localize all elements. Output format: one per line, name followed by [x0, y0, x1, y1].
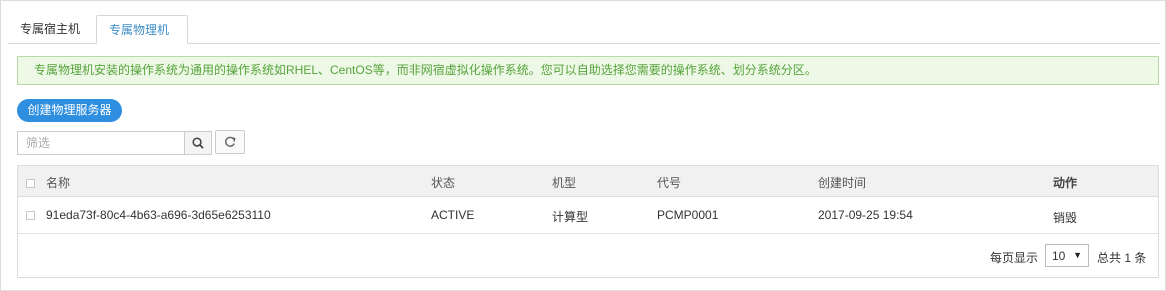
refresh-button[interactable] [215, 130, 245, 154]
tab-dedicated-host[interactable]: 专属宿主机 [8, 15, 96, 44]
header-action: 动作 [1053, 176, 1078, 190]
search-input[interactable] [17, 131, 185, 155]
total-count: 总共 1 条 [1097, 251, 1147, 265]
chevron-down-icon: ▼ [1073, 250, 1082, 260]
destroy-link[interactable]: 销毁 [1053, 209, 1077, 226]
tab-dedicated-physical[interactable]: 专属物理机 [96, 15, 188, 44]
created-value: 2017-09-25 19:54 [818, 208, 913, 222]
header-created[interactable]: 创建时间 [818, 174, 866, 191]
pagination: 每页显示 10 ▼ 总共 1 条 [990, 244, 1148, 267]
per-page-select[interactable]: 10 ▼ [1045, 244, 1089, 267]
row-checkbox[interactable] [26, 211, 35, 220]
table-row: 91eda73f-80c4-4b63-a696-3d65e6253110 ACT… [18, 198, 1158, 234]
search-icon [192, 137, 204, 149]
status-value: ACTIVE [431, 208, 475, 222]
page-frame: 专属宿主机 专属物理机 专属物理机安装的操作系统为通用的操作系统如RHEL、Ce… [0, 0, 1166, 291]
server-table: 名称 状态 机型 代号 创建时间 动作 91eda73f-80c4-4b63-a… [17, 165, 1159, 278]
select-all-checkbox[interactable] [26, 179, 35, 188]
search-button[interactable] [184, 131, 212, 155]
create-server-button[interactable]: 创建物理服务器 [17, 99, 122, 122]
code-value: PCMP0001 [657, 208, 719, 222]
refresh-icon [225, 136, 236, 147]
search-bar [17, 131, 212, 155]
header-status[interactable]: 状态 [431, 174, 455, 191]
header-type[interactable]: 机型 [552, 174, 576, 191]
header-name[interactable]: 名称 [46, 174, 70, 191]
table-header: 名称 状态 机型 代号 创建时间 动作 [18, 166, 1158, 197]
per-page-label: 每页显示 [990, 251, 1039, 265]
info-notice: 专属物理机安装的操作系统为通用的操作系统如RHEL、CentOS等，而非网宿虚拟… [17, 56, 1159, 85]
header-code[interactable]: 代号 [657, 174, 681, 191]
type-value: 计算型 [552, 210, 589, 224]
server-name-link[interactable]: 91eda73f-80c4-4b63-a696-3d65e6253110 [46, 208, 271, 222]
per-page-value: 10 [1052, 249, 1066, 263]
